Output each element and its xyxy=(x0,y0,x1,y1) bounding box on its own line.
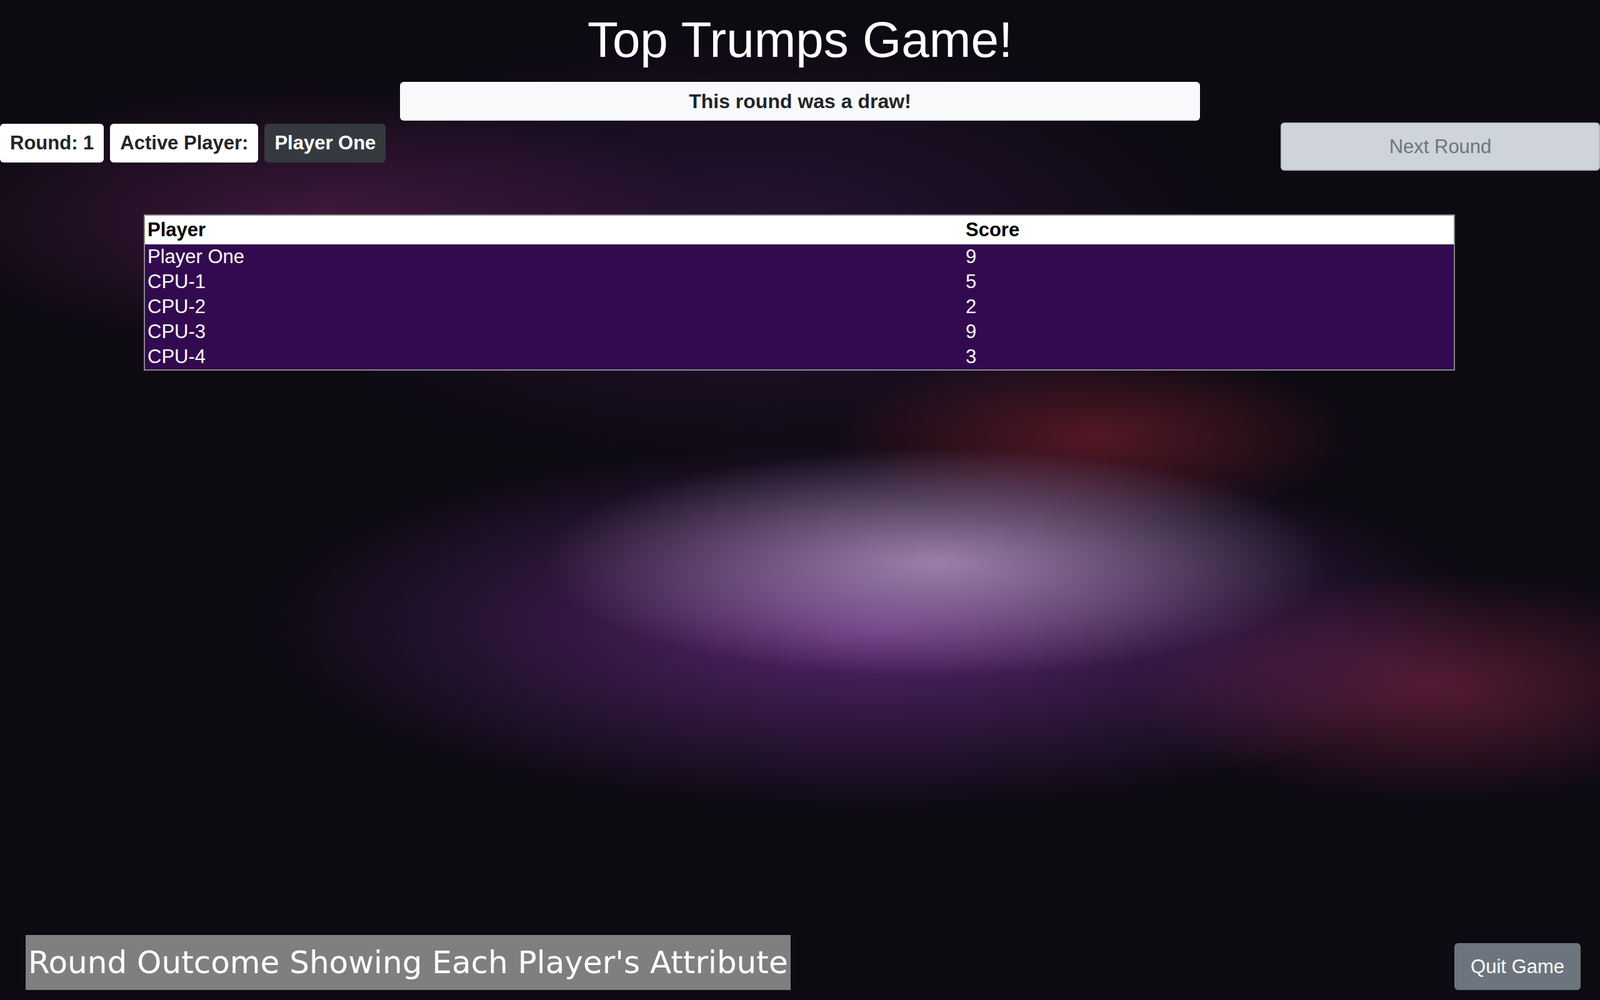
round-message: This round was a draw! xyxy=(400,81,1200,121)
table-row: CPU-43 xyxy=(144,344,1455,370)
table-row: CPU-22 xyxy=(144,294,1455,320)
table-row: CPU-39 xyxy=(144,319,1455,345)
table-header-row: PlayerScore xyxy=(144,215,1455,245)
table-cell: CPU-3 xyxy=(144,319,964,345)
score-table-panel: PlayerScorePlayer One9CPU-15CPU-22CPU-39… xyxy=(143,214,1455,371)
next-round-button[interactable]: Next Round xyxy=(1280,122,1600,171)
table-cell: Player One xyxy=(144,244,964,270)
table-cell: 3 xyxy=(963,344,1455,370)
table-cell: 9 xyxy=(963,244,1455,270)
table-row: Player One9 xyxy=(144,244,1455,270)
status-badges: Round: 1 Active Player: Player One xyxy=(0,122,386,163)
status-bar: Round: 1 Active Player: Player One Next … xyxy=(0,122,1600,171)
column-header: Player xyxy=(144,215,964,245)
table-cell: 2 xyxy=(963,294,1455,320)
game-page: Top Trumps Game! This round was a draw! … xyxy=(0,0,1600,1000)
game-title: Top Trumps Game! xyxy=(0,0,1600,75)
quit-game-button[interactable]: Quit Game xyxy=(1454,943,1581,990)
caption: Round Outcome Showing Each Player's Attr… xyxy=(25,935,791,990)
table-cell: 9 xyxy=(963,319,1455,345)
footer: Round Outcome Showing Each Player's Attr… xyxy=(0,935,1600,1000)
active-player-label: Active Player: xyxy=(110,123,259,163)
table-cell: CPU-1 xyxy=(144,269,964,295)
table-cell: CPU-4 xyxy=(144,344,964,370)
table-cell: 5 xyxy=(963,269,1455,295)
table-cell: CPU-2 xyxy=(144,294,964,320)
round-badge: Round: 1 xyxy=(0,123,104,163)
score-table: PlayerScorePlayer One9CPU-15CPU-22CPU-39… xyxy=(143,214,1455,371)
active-player-badge: Player One xyxy=(264,123,386,163)
column-header: Score xyxy=(963,215,1455,245)
table-row: CPU-15 xyxy=(144,269,1455,295)
